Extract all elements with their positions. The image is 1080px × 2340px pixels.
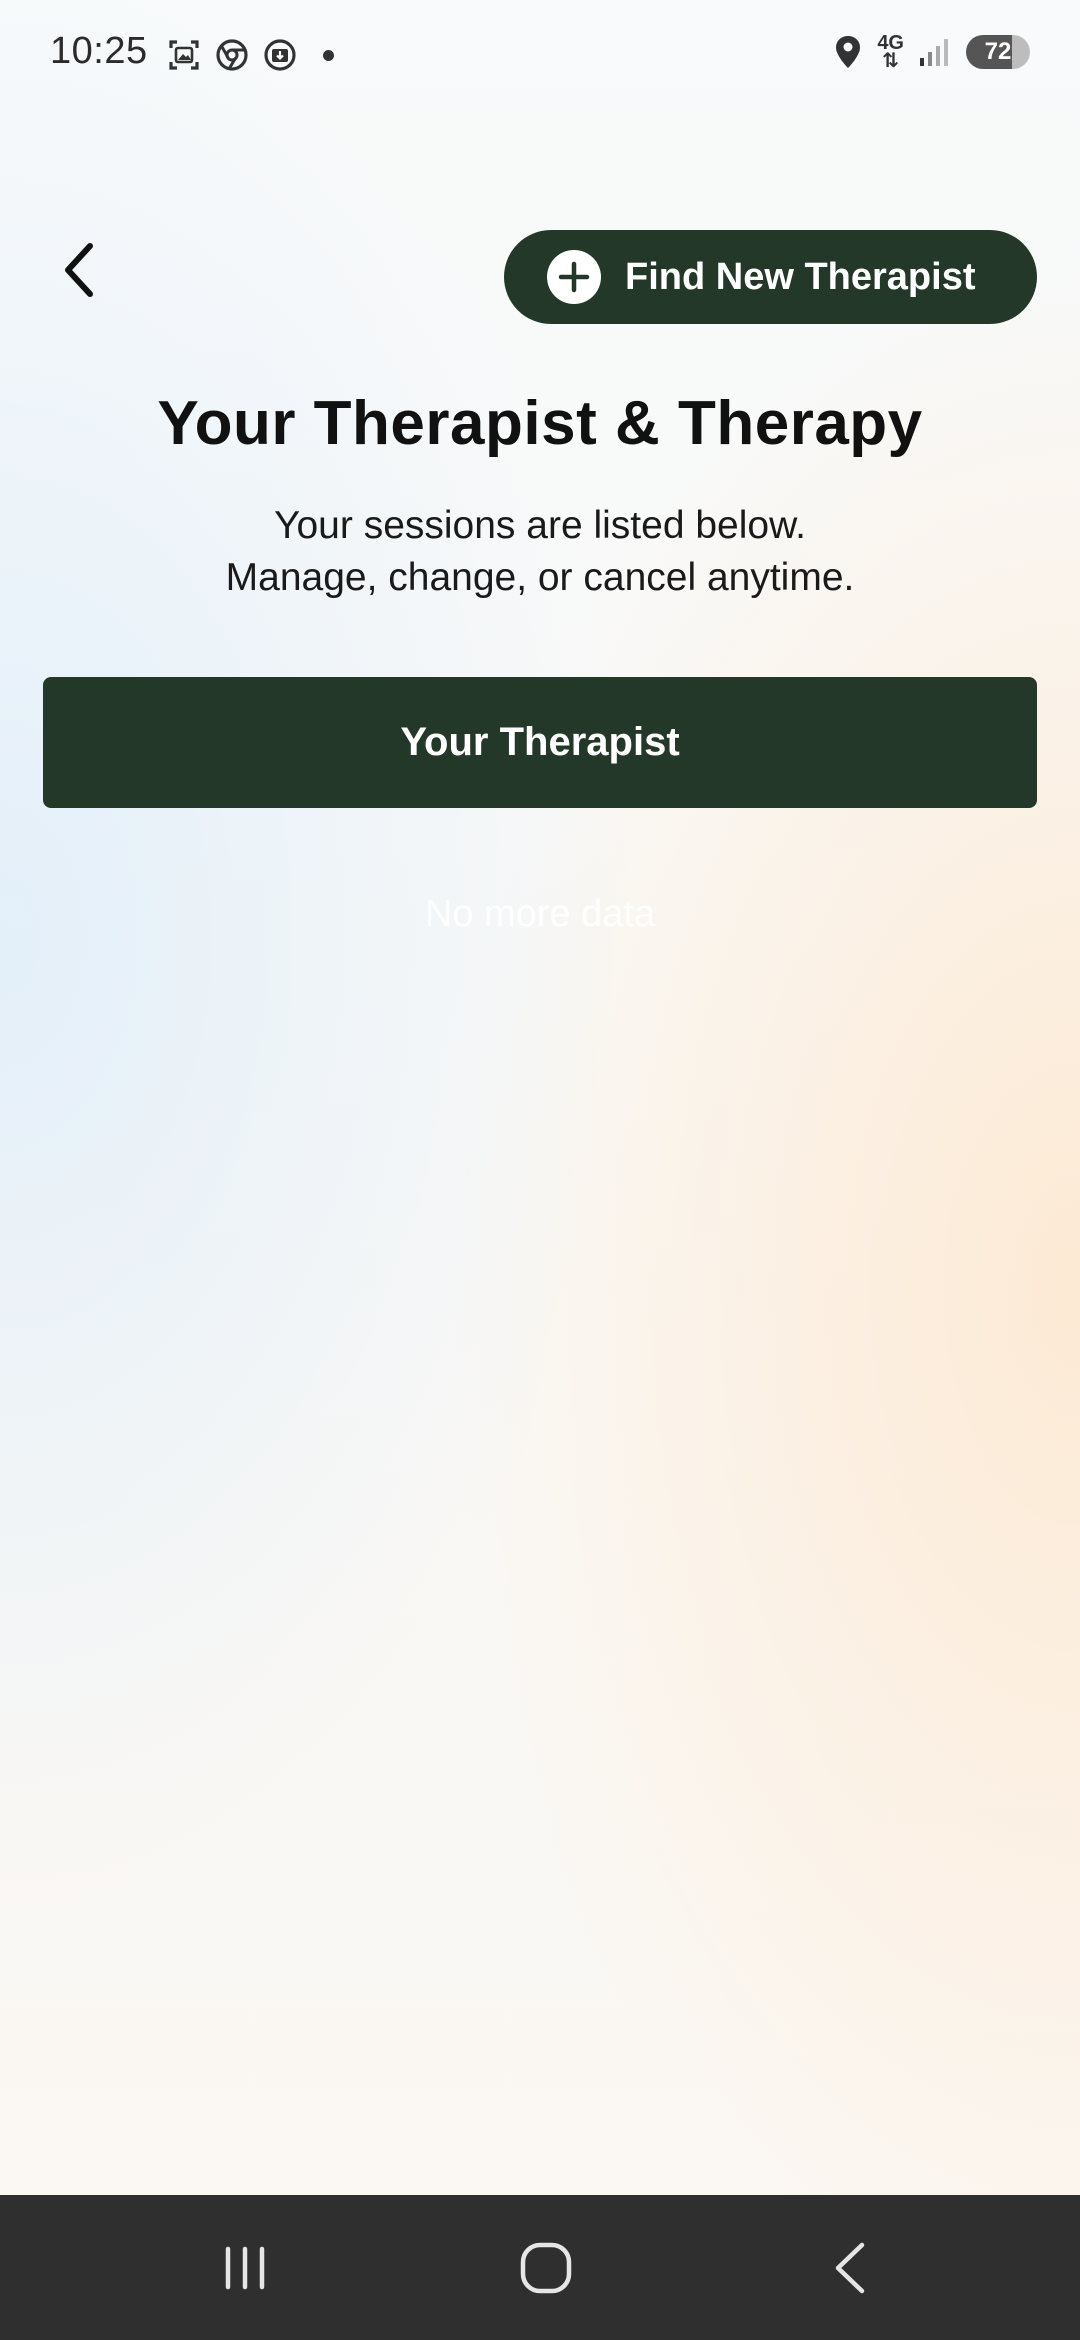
notification-icons	[165, 36, 334, 74]
network-type: 4G ⇅	[877, 33, 904, 72]
home-button[interactable]	[476, 2195, 616, 2340]
tab-your-therapist[interactable]: Your Therapist	[43, 677, 1037, 808]
screenshot-icon	[169, 40, 199, 70]
page-subtitle: Your sessions are listed below. Manage, …	[0, 500, 1080, 604]
no-more-data-text: No more data	[424, 893, 656, 935]
tab-your-therapist-label: Your Therapist	[400, 720, 680, 764]
battery-indicator: 72	[966, 35, 1030, 69]
recents-button[interactable]	[175, 2195, 315, 2340]
signal-icon	[920, 39, 948, 66]
back-icon	[835, 2242, 865, 2293]
recents-icon	[225, 2246, 265, 2289]
system-nav-bar	[0, 2195, 1080, 2340]
subtitle-line-2: Manage, change, or cancel anytime.	[225, 556, 855, 599]
location-icon	[836, 36, 861, 68]
chrome-icon	[216, 39, 248, 71]
subtitle-line-1: Your sessions are listed below.	[274, 504, 806, 547]
data-arrows-icon: ⇅	[882, 50, 900, 72]
page-title: Your Therapist & Therapy	[157, 389, 923, 458]
status-time: 10:25	[50, 30, 148, 72]
status-bar: 10:25 4G ⇅ 72	[0, 0, 1080, 110]
find-new-therapist-button[interactable]: Find New Therapist	[504, 230, 1037, 324]
status-right: 4G ⇅ 72	[833, 33, 1030, 72]
chevron-left-icon	[65, 243, 93, 297]
plus-circle-icon	[547, 250, 601, 304]
more-notifications-dot	[323, 49, 334, 61]
find-new-therapist-label: Find New Therapist	[625, 255, 976, 298]
system-back-button[interactable]	[780, 2195, 920, 2340]
back-button[interactable]	[50, 235, 110, 305]
download-icon	[264, 39, 296, 71]
home-icon	[520, 2242, 572, 2293]
